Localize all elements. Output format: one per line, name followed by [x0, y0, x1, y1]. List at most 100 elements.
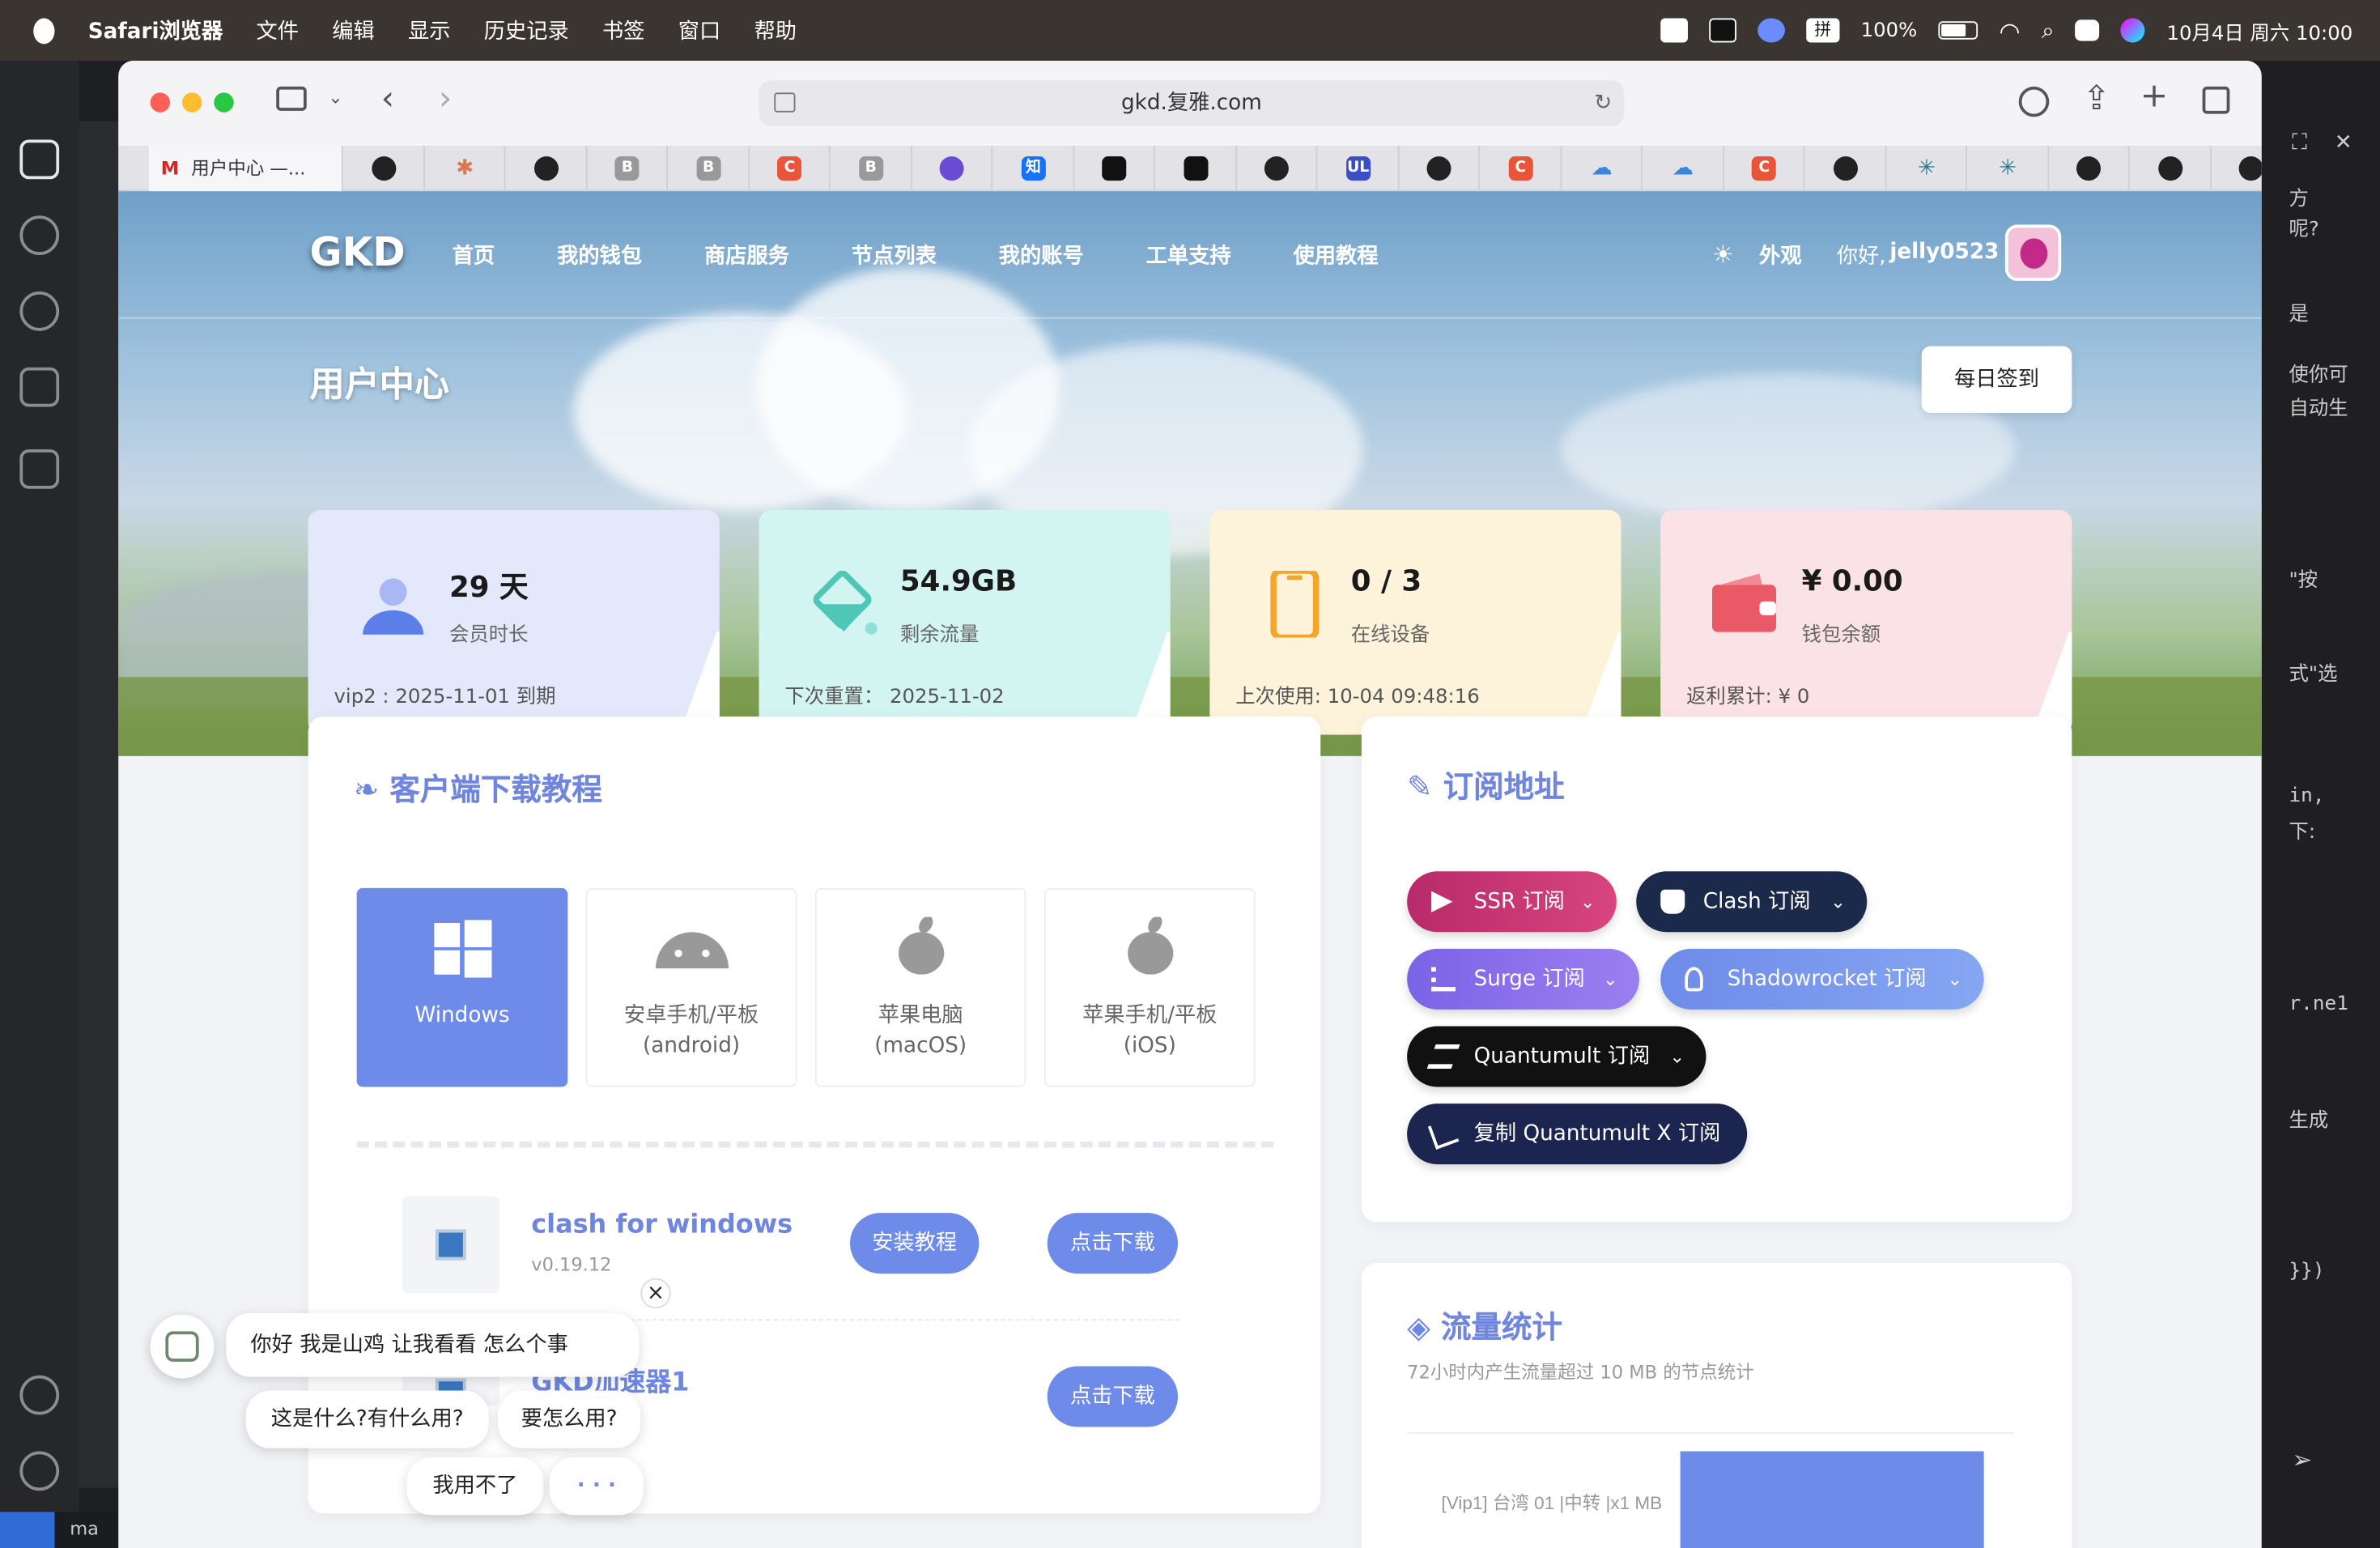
battery-icon[interactable]: [1938, 21, 1978, 40]
surge-subscribe-button[interactable]: Surge 订阅 ⌄: [1407, 948, 1639, 1010]
send-icon[interactable]: ➢: [2292, 1445, 2312, 1474]
ssr-subscribe-button[interactable]: SSR 订阅 ⌄: [1407, 871, 1617, 933]
nav-tickets[interactable]: 工单支持: [1146, 240, 1231, 270]
daily-checkin-button[interactable]: 每日签到: [1921, 346, 2072, 413]
install-tutorial-button[interactable]: 安装教程: [850, 1213, 980, 1274]
nav-home[interactable]: 首页: [453, 240, 495, 270]
tab-pinned[interactable]: [2211, 146, 2262, 191]
menu-help[interactable]: 帮助: [754, 15, 797, 46]
back-icon[interactable]: ‹: [381, 83, 395, 117]
menu-window[interactable]: 窗口: [678, 15, 721, 46]
download-icon[interactable]: [2018, 86, 2050, 117]
tab-overview-icon[interactable]: [2202, 86, 2230, 114]
os-tab-macos[interactable]: 苹果电脑 (macOS): [814, 887, 1026, 1087]
download-button[interactable]: 点击下载: [1047, 1366, 1178, 1427]
tab-pinned[interactable]: UL: [1318, 146, 1399, 192]
tab-active[interactable]: M 用户中心 —...: [148, 146, 343, 192]
input-method-icon[interactable]: 拼: [1806, 18, 1840, 43]
menubar-datetime[interactable]: 10月4日 周六 10:00: [2166, 16, 2352, 45]
tab-pinned[interactable]: [505, 146, 587, 192]
tab-pinned[interactable]: [343, 146, 425, 192]
os-tab-windows[interactable]: Windows: [356, 887, 568, 1087]
chat-option-cant-use[interactable]: 我用不了: [406, 1457, 544, 1516]
quantumult-subscribe-button[interactable]: Quantumult 订阅 ⌄: [1407, 1026, 1706, 1087]
os-tab-android[interactable]: 安卓手机/平板 (android): [585, 887, 797, 1087]
tab-pinned[interactable]: ✳: [1886, 146, 1967, 192]
tab-pinned[interactable]: ☁: [1643, 146, 1724, 192]
shadowrocket-subscribe-button[interactable]: Shadowrocket 订阅 ⌄: [1660, 948, 1984, 1010]
clash-subscribe-button[interactable]: Clash 订阅 ⌄: [1636, 871, 1868, 933]
account-icon[interactable]: [19, 1375, 60, 1415]
close-window-button[interactable]: [150, 92, 170, 113]
siri-icon[interactable]: [2121, 18, 2146, 43]
control-center-icon[interactable]: [2075, 19, 2100, 41]
nav-account[interactable]: 我的账号: [999, 240, 1084, 270]
chat-option-what[interactable]: 这是什么?有什么用?: [245, 1390, 489, 1448]
wifi-icon[interactable]: ◠: [2000, 16, 2021, 45]
nav-wallet[interactable]: 我的钱包: [557, 240, 642, 270]
remote-icon[interactable]: [0, 1512, 55, 1548]
appearance-toggle[interactable]: 外观: [1759, 240, 1802, 270]
tab-pinned[interactable]: [1074, 146, 1155, 192]
reload-icon[interactable]: ↻: [1594, 80, 1612, 125]
tab-pinned[interactable]: [1236, 146, 1318, 192]
maximize-icon[interactable]: ⛶: [2292, 130, 2306, 155]
page-menu-icon[interactable]: [774, 92, 796, 113]
copy-quantumultx-button[interactable]: 复制 Quantumult X 订阅: [1407, 1104, 1748, 1165]
menu-view[interactable]: 显示: [408, 15, 451, 46]
chat-close-button[interactable]: ×: [640, 1278, 671, 1309]
tab-pinned[interactable]: B: [668, 146, 750, 192]
tab-pinned[interactable]: [1155, 146, 1237, 192]
tab-pinned[interactable]: ✳: [1967, 146, 2049, 192]
status-app-icon[interactable]: [1660, 18, 1688, 43]
status-app-icon-2[interactable]: [1757, 18, 1785, 43]
os-tab-ios[interactable]: 苹果手机/平板 (iOS): [1044, 887, 1256, 1087]
chat-option-more[interactable]: · · ·: [549, 1457, 644, 1516]
tab-pinned[interactable]: 知: [992, 146, 1074, 192]
search-icon[interactable]: ⌕: [2042, 17, 2055, 45]
app-name[interactable]: clash for windows: [531, 1210, 793, 1240]
close-icon[interactable]: ✕: [2335, 130, 2352, 155]
tab-pinned[interactable]: ✱: [424, 146, 506, 192]
search-icon[interactable]: [19, 215, 60, 255]
apple-logo-icon[interactable]: [33, 17, 55, 44]
nav-store[interactable]: 商店服务: [704, 240, 789, 270]
menu-bookmarks[interactable]: 书签: [602, 15, 645, 46]
share-icon[interactable]: ⇪: [2083, 83, 2111, 117]
new-tab-icon[interactable]: +: [2140, 79, 2169, 113]
run-debug-icon[interactable]: [19, 367, 60, 407]
address-bar[interactable]: gkd.复雅.com ↻: [759, 80, 1625, 126]
avatar[interactable]: [2004, 224, 2062, 281]
menu-edit[interactable]: 编辑: [332, 15, 375, 46]
tab-pinned[interactable]: C: [1723, 146, 1805, 192]
tab-pinned[interactable]: [1804, 146, 1886, 192]
forward-icon[interactable]: ›: [439, 83, 453, 117]
chevron-down-icon[interactable]: ⌄: [328, 88, 343, 107]
sun-icon[interactable]: ☀: [1712, 240, 1734, 269]
menu-app-name[interactable]: Safari浏览器: [88, 15, 223, 46]
source-control-icon[interactable]: [19, 291, 60, 331]
tab-pinned[interactable]: B: [831, 146, 912, 192]
sidebar-toggle-icon[interactable]: [276, 86, 307, 111]
gear-icon[interactable]: [19, 1451, 60, 1491]
notion-status-icon[interactable]: [1709, 18, 1736, 43]
tab-pinned[interactable]: ☁: [1561, 146, 1643, 192]
tab-pinned[interactable]: [2048, 146, 2130, 192]
tab-pinned[interactable]: [1399, 146, 1481, 192]
tab-pinned[interactable]: C: [1480, 146, 1562, 192]
zoom-window-button[interactable]: [214, 92, 234, 113]
explorer-icon[interactable]: [19, 139, 60, 180]
chatbot-avatar[interactable]: [150, 1314, 215, 1379]
menu-history[interactable]: 历史记录: [484, 15, 569, 46]
chart-bar[interactable]: [1680, 1451, 1984, 1548]
site-logo[interactable]: GKD: [310, 231, 406, 276]
tab-pinned[interactable]: B: [587, 146, 668, 192]
chat-option-how[interactable]: 要怎么用?: [498, 1390, 641, 1448]
nav-tutorial[interactable]: 使用教程: [1294, 240, 1379, 270]
minimize-window-button[interactable]: [182, 92, 202, 113]
extensions-icon[interactable]: [19, 449, 60, 489]
nav-nodes[interactable]: 节点列表: [852, 240, 937, 270]
menu-file[interactable]: 文件: [256, 15, 299, 46]
username[interactable]: jelly0523: [1889, 240, 1999, 264]
tab-pinned[interactable]: C: [749, 146, 831, 192]
